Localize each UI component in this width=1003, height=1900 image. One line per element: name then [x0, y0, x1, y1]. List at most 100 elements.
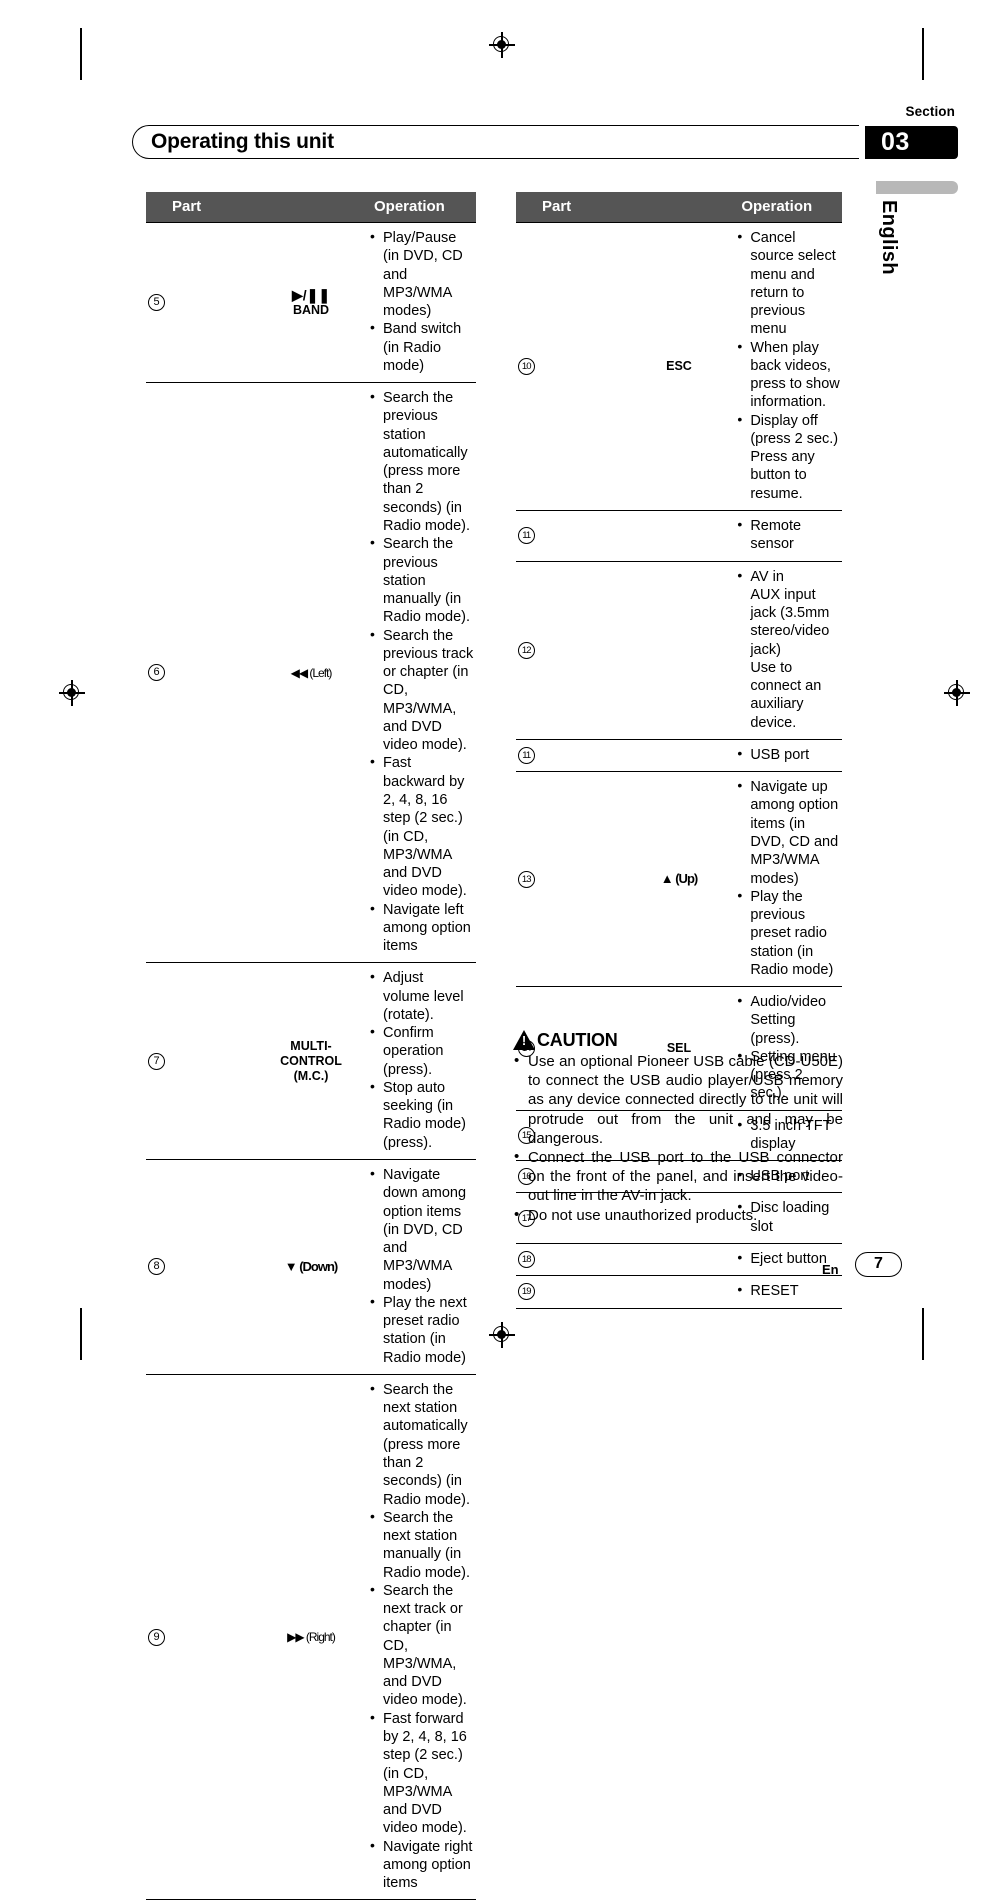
part-name-cell: ◀◀ (Left) [256, 383, 366, 963]
table-row: 8 ▼ (Down) Navigate down among option item… [146, 1160, 476, 1375]
part-name-cell: ▲ (Up) [625, 772, 734, 987]
caution-item: Do not use unauthorized products. [513, 1204, 843, 1225]
table-row: 7MULTI-CONTROL(M.C.)Adjust volume level … [146, 963, 476, 1160]
part-label-line: BAND [292, 303, 330, 318]
operation-cell: AV in AUX input jack (3.5mm stereo/video… [733, 561, 842, 739]
registration-mark-top [489, 32, 515, 58]
part-number-cell: 19 [516, 1276, 625, 1308]
section-number-badge: 03 [865, 126, 958, 159]
operation-item: Play the next preset radio station (in R… [370, 1293, 474, 1367]
operation-cell: Search the previous station automaticall… [366, 383, 476, 963]
column-header-operation: Operation [366, 192, 476, 223]
page-title: Operating this unit [151, 130, 334, 153]
operation-list: Cancel source select menu and return to … [737, 228, 840, 503]
operation-item: Search the next station automatically (p… [370, 1380, 474, 1509]
operation-item: Search the previous station automaticall… [370, 388, 474, 535]
part-number-cell: 10 [516, 223, 625, 511]
part-label-line: ▲ (Up) [660, 871, 698, 887]
part-name-cell: MULTI- CONTROL (M.C.) [256, 963, 366, 1160]
operation-item: Navigate up among option items (in DVD, … [737, 777, 840, 888]
operation-item: RESET [737, 1281, 840, 1300]
footer-language-code: En [822, 1262, 839, 1277]
part-label-line: ▶/❚❚ [291, 286, 331, 303]
warning-triangle-icon [513, 1030, 535, 1050]
crop-mark-bottom-left-vertical [80, 1308, 82, 1360]
table-row: 13 ▲ (Up) Navigate up among option items (… [516, 772, 842, 987]
part-name-cell [625, 510, 734, 561]
operation-item: Search the next track or chapter (in CD,… [370, 1581, 474, 1710]
operation-cell: Play/Pause (in DVD, CD and MP3/WMA modes… [366, 223, 476, 383]
operation-cell: Navigate up among option items (in DVD, … [733, 772, 842, 987]
operation-item: Cancel source select menu and return to … [737, 228, 840, 339]
column-header-part: Part [516, 192, 734, 223]
operation-item: Fast forward by 2, 4, 8, 16 step (2 sec.… [370, 1709, 474, 1838]
circled-number: 10 [518, 357, 535, 375]
crop-mark-bottom-right-vertical [922, 1308, 924, 1360]
part-name-cell [625, 1244, 734, 1276]
part-number-cell: 12 [516, 561, 625, 739]
operation-list: Play/Pause (in DVD, CD and MP3/WMA modes… [370, 228, 474, 375]
part-number-cell: 18 [516, 1244, 625, 1276]
part-name-cell: ▶/❚❚ BAND [256, 223, 366, 383]
left-parts-table-wrapper: Part Operation 5▶/❚❚BANDPlay/Pause (in D… [146, 192, 476, 1900]
operation-cell: Navigate down among option items (in DVD… [366, 1160, 476, 1375]
operation-item: USB port [737, 745, 840, 764]
part-number-cell: 7 [146, 963, 256, 1160]
part-number-cell: 5 [146, 223, 256, 383]
part-number-cell: 13 [516, 772, 625, 987]
part-name-cell: ▼ (Down) [256, 1160, 366, 1375]
column-header-part: Part [146, 192, 366, 223]
operation-item: AV in AUX input jack (3.5mm stereo/video… [737, 567, 840, 732]
operation-list: Navigate down among option items (in DVD… [370, 1165, 474, 1367]
circled-number: 12 [518, 641, 535, 659]
operation-item: Navigate right among option items [370, 1837, 474, 1893]
language-tab-bar [876, 181, 958, 194]
operation-cell: Cancel source select menu and return to … [733, 223, 842, 511]
table-row: 11 Remote sensor [516, 510, 842, 562]
part-number-cell: 9 [146, 1374, 256, 1899]
operation-list: Adjust volume level (rotate).Confirm ope… [370, 968, 474, 1152]
table-row: 10 ESC Cancel source select menu and retur… [516, 222, 842, 511]
operation-cell: RESET [733, 1276, 842, 1308]
table-header-row: Part Operation [516, 192, 842, 223]
part-name-cell: ESC [625, 223, 734, 511]
operation-item: Fast backward by 2, 4, 8, 16 step (2 sec… [370, 753, 474, 900]
operation-item: Search the previous station manually (in… [370, 534, 474, 626]
part-label-line: ▼ (Down) [284, 1259, 339, 1275]
operation-cell: Remote sensor [733, 510, 842, 561]
operation-list: USB port [737, 745, 840, 764]
circled-number: 8 [148, 1258, 165, 1276]
page-number-badge: 7 [855, 1252, 902, 1277]
operation-item: Navigate left among option items [370, 900, 474, 956]
circled-number: 6 [148, 664, 165, 682]
operation-item: Confirm operation (press). [370, 1023, 474, 1079]
operation-list: RESET [737, 1281, 840, 1300]
operation-cell: Search the next station automatically (p… [366, 1374, 476, 1899]
operation-item: When play back videos, press to show inf… [737, 338, 840, 412]
table-row: 9 ▶▶ (Right) Search the next station autom… [146, 1374, 476, 1900]
registration-mark-bottom [489, 1322, 515, 1348]
circled-number: 11 [518, 747, 535, 765]
table-header-row: Part Operation [146, 192, 476, 223]
column-header-operation: Operation [733, 192, 842, 223]
part-name-cell [625, 739, 734, 771]
part-label-line: ▶▶ (Right) [287, 1630, 336, 1645]
part-label-line: (M.C.) [293, 1068, 329, 1083]
part-label-line: MULTI- [290, 1039, 332, 1054]
section-number: 03 [881, 128, 910, 156]
part-label-line: ◀◀ (Left) [290, 665, 333, 680]
operation-cell: Adjust volume level (rotate).Confirm ope… [366, 963, 476, 1160]
operation-item: Stop auto seeking (in Radio mode) (press… [370, 1078, 474, 1152]
registration-mark-left [59, 680, 85, 706]
operation-list: AV in AUX input jack (3.5mm stereo/video… [737, 567, 840, 732]
caution-heading: CAUTION [513, 1030, 843, 1050]
part-label-line: ESC [666, 359, 692, 374]
caution-item: Use an optional Pioneer USB cable (CD-U5… [513, 1051, 843, 1148]
operation-item: Band switch (in Radio mode) [370, 319, 474, 375]
part-number-cell: 11 [516, 510, 625, 561]
crop-mark-top-right-vertical [922, 28, 924, 80]
language-label: English [878, 200, 900, 276]
registration-mark-right [944, 680, 970, 706]
page-title-bar: Operating this unit [132, 125, 859, 159]
part-label-line: CONTROL [280, 1053, 342, 1068]
